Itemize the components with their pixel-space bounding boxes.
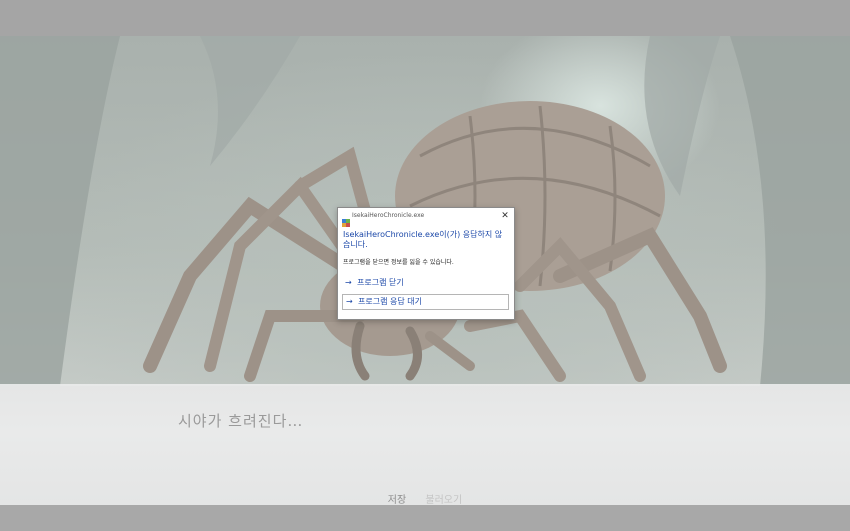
arrow-right-icon: → [346, 297, 353, 306]
dialog-title: IsekaiHeroChronicle.exe [352, 212, 425, 219]
dialog-heading: IsekaiHeroChronicle.exe이(가) 응답하지 않습니다. [343, 230, 503, 249]
letterbox-top [0, 0, 850, 36]
letterbox-bottom [0, 505, 850, 531]
not-responding-dialog: IsekaiHeroChronicle.exe ✕ IsekaiHeroChro… [337, 207, 515, 320]
app-icon [342, 212, 350, 227]
close-program-label: 프로그램 닫기 [357, 278, 404, 287]
close-program-button[interactable]: → 프로그램 닫기 [342, 275, 509, 291]
close-icon[interactable]: ✕ [499, 210, 511, 222]
dialogue-box[interactable] [0, 384, 850, 505]
quick-menu: 저장 불러오기 [0, 491, 850, 506]
dialog-subtext: 프로그램을 닫으면 정보를 잃을 수 있습니다. [343, 259, 454, 266]
dialogue-text: 시야가 흐려진다… [178, 412, 304, 430]
save-button[interactable]: 저장 [388, 491, 406, 506]
arrow-right-icon: → [345, 278, 352, 287]
load-button[interactable]: 불러오기 [425, 491, 462, 506]
dialog-titlebar: IsekaiHeroChronicle.exe ✕ [338, 208, 514, 227]
wait-program-label: 프로그램 응답 대기 [358, 297, 422, 306]
wait-program-button[interactable]: → 프로그램 응답 대기 [342, 294, 509, 310]
